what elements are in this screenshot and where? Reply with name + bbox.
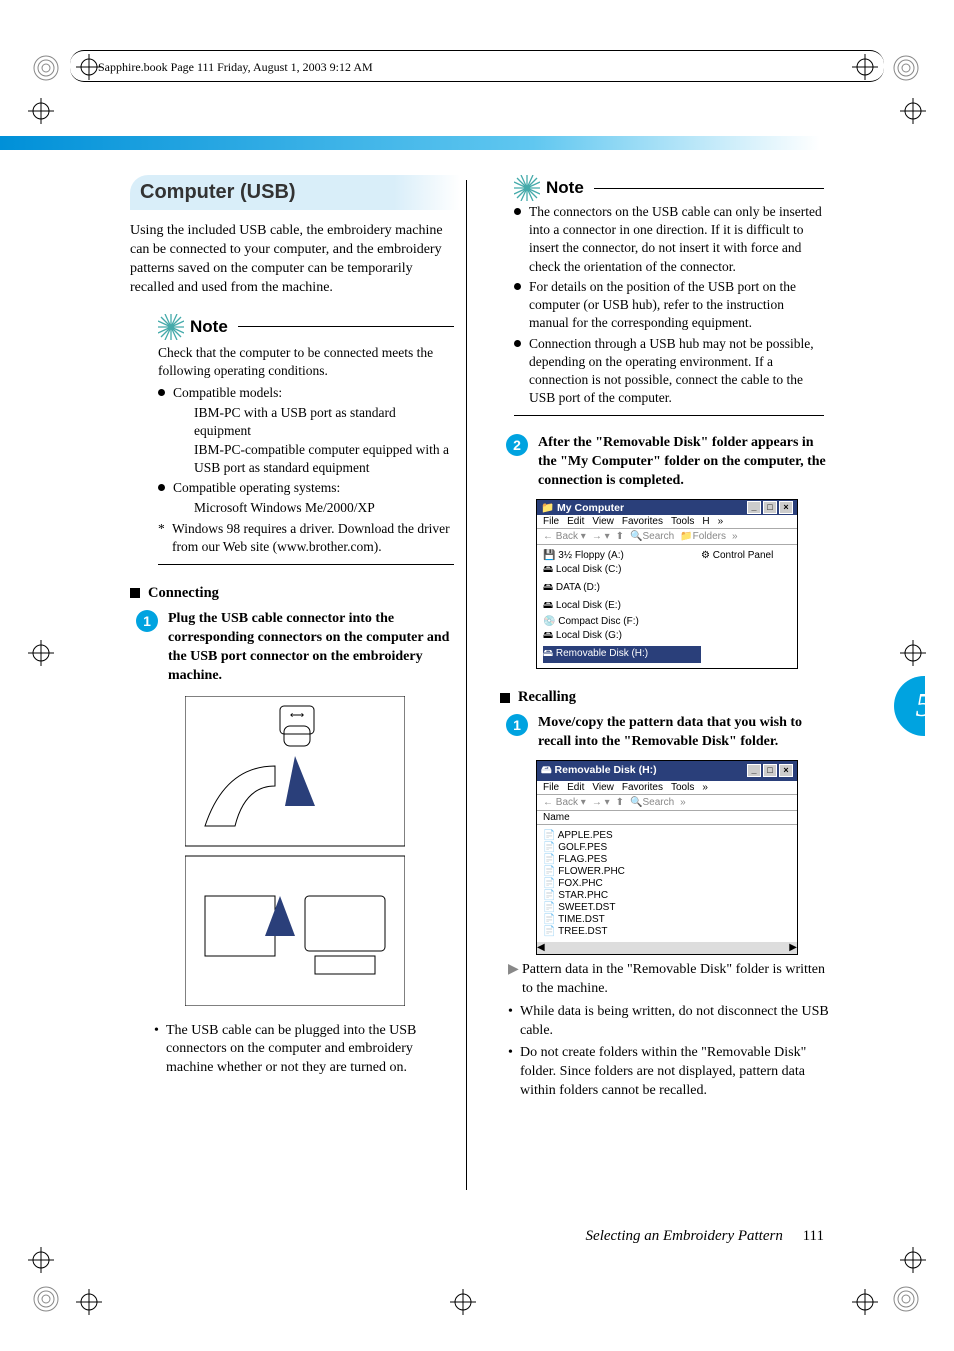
usb-connection-illustration: ⟷ (185, 696, 405, 1006)
compat-models-label: Compatible models: (173, 384, 282, 402)
recalling-heading: Recalling (518, 689, 576, 706)
section-heading: Computer (USB) (130, 175, 460, 210)
close-icon: × (779, 764, 793, 777)
svg-text:⟷: ⟷ (290, 710, 304, 721)
compat-os-label: Compatible operating systems: (173, 479, 340, 497)
registration-spiral-icon (892, 1285, 922, 1315)
compat-os-text: Microsoft Windows Me/2000/XP (194, 499, 454, 517)
right-column: Note The connectors on the USB cable can… (500, 175, 830, 1105)
bullet-dot-icon: • (508, 1044, 520, 1063)
compat-models-text: IBM-PC-compatible computer equipped with… (194, 441, 454, 477)
my-computer-window: 📁 My Computer _□× FileEditViewFavoritesT… (536, 499, 798, 669)
step-number-icon: 1 (506, 714, 528, 736)
left-column: Computer (USB) Using the included USB ca… (130, 175, 460, 1105)
minimize-icon: _ (747, 764, 761, 777)
toolbar: ← Back ▾→ ▾⬆ 🔍Search» (537, 795, 797, 811)
usb-plug-note: The USB cable can be plugged into the US… (166, 1022, 460, 1079)
intro-text: Using the included USB cable, the embroi… (130, 222, 460, 298)
bullet-dot-icon: • (508, 1003, 520, 1022)
menubar: FileEditViewFavoritesTools» (537, 781, 797, 795)
footer: Selecting an Embroidery Pattern 111 (586, 1228, 824, 1245)
triangle-bullet-icon: ▶ (508, 961, 522, 980)
note-item: For details on the position of the USB p… (529, 278, 824, 333)
blue-header-band (0, 136, 820, 150)
step-number-icon: 1 (136, 610, 158, 632)
note-label: Note (190, 317, 228, 337)
removable-disk-window: 🖴 Removable Disk (H:) _□× FileEditViewFa… (536, 760, 798, 955)
crosshair-icon (900, 1247, 926, 1273)
caution-note: Do not create folders within the "Remova… (520, 1044, 830, 1101)
asterisk-icon: * (158, 520, 172, 538)
crosshair-icon (450, 1289, 476, 1315)
note-starburst-icon (158, 314, 184, 340)
bullet-dot-icon: • (154, 1022, 166, 1041)
bullet-icon (514, 340, 521, 347)
crosshair-icon (76, 1289, 102, 1315)
menubar: FileEditViewFavoritesToolsH» (537, 515, 797, 529)
drive-list: 💾 3½ Floppy (A:) 🖴 Local Disk (C:) 🖴 DAT… (537, 545, 797, 668)
note-label: Note (546, 178, 584, 198)
minimize-icon: _ (747, 501, 761, 514)
note-item: Connection through a USB hub may not be … (529, 335, 824, 408)
win98-note: Windows 98 requires a driver. Download t… (172, 520, 454, 556)
note-rule-icon (238, 326, 454, 327)
crosshair-icon (900, 640, 926, 666)
connecting-heading: Connecting (148, 585, 219, 602)
result-note: Pattern data in the "Removable Disk" fol… (522, 961, 830, 999)
close-icon: × (779, 501, 793, 514)
note-starburst-icon (514, 175, 540, 201)
note-rule-icon (158, 564, 454, 565)
square-bullet-icon (500, 693, 510, 703)
window-title: My Computer (557, 502, 624, 514)
note-rule-icon (514, 415, 824, 416)
chapter-tab: 5 (894, 676, 954, 736)
note-item: The connectors on the USB cable can only… (529, 203, 824, 276)
toolbar: ← Back ▾→ ▾⬆ 🔍Search📁Folders» (537, 529, 797, 545)
footer-section: Selecting an Embroidery Pattern (586, 1228, 783, 1244)
bullet-icon (514, 283, 521, 290)
crosshair-icon (852, 1289, 878, 1315)
bullet-icon (158, 389, 165, 396)
registration-spiral-icon (892, 54, 922, 84)
step-text: Plug the USB cable connector into the co… (168, 610, 460, 686)
maximize-icon: □ (763, 501, 777, 514)
page-number: 111 (803, 1228, 824, 1244)
step-text: Move/copy the pattern data that you wish… (538, 714, 830, 752)
compat-models-text: IBM-PC with a USB port as standard equip… (194, 404, 454, 440)
maximize-icon: □ (763, 764, 777, 777)
crosshair-icon (28, 1247, 54, 1273)
bullet-icon (158, 484, 165, 491)
registration-spiral-icon (32, 54, 62, 84)
bullet-icon (514, 208, 521, 215)
registration-spiral-icon (32, 1285, 62, 1315)
note-block: Note Check that the computer to be conne… (158, 314, 454, 565)
crosshair-icon (28, 98, 54, 124)
crosshair-icon (900, 98, 926, 124)
window-title: Removable Disk (H:) (555, 764, 657, 776)
column-header: Name (537, 811, 797, 825)
note-rule-icon (594, 188, 824, 189)
note-text: Check that the computer to be connected … (158, 344, 454, 380)
caution-note: While data is being written, do not disc… (520, 1003, 830, 1041)
square-bullet-icon (130, 588, 140, 598)
crosshair-icon (28, 640, 54, 666)
header-frame (70, 50, 884, 82)
step-number-icon: 2 (506, 434, 528, 456)
step-text: After the "Removable Disk" folder appear… (538, 434, 830, 491)
file-list: 📄 APPLE.PES 📄 GOLF.PES 📄 FLAG.PES 📄 FLOW… (537, 825, 797, 942)
scrollbar: ◀▶ (537, 942, 797, 954)
